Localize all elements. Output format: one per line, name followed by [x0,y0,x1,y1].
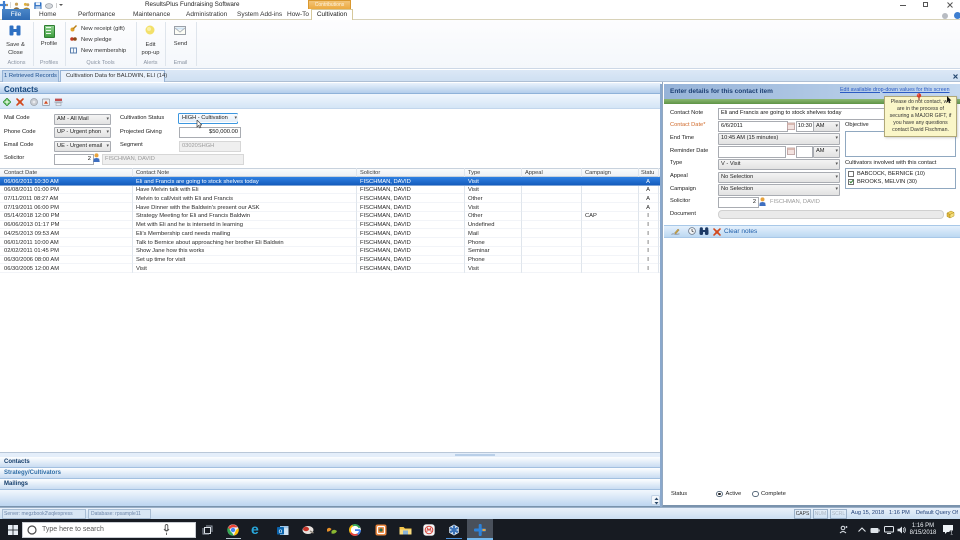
svg-text:o: o [279,528,283,535]
svg-text:1: 1 [950,530,953,535]
